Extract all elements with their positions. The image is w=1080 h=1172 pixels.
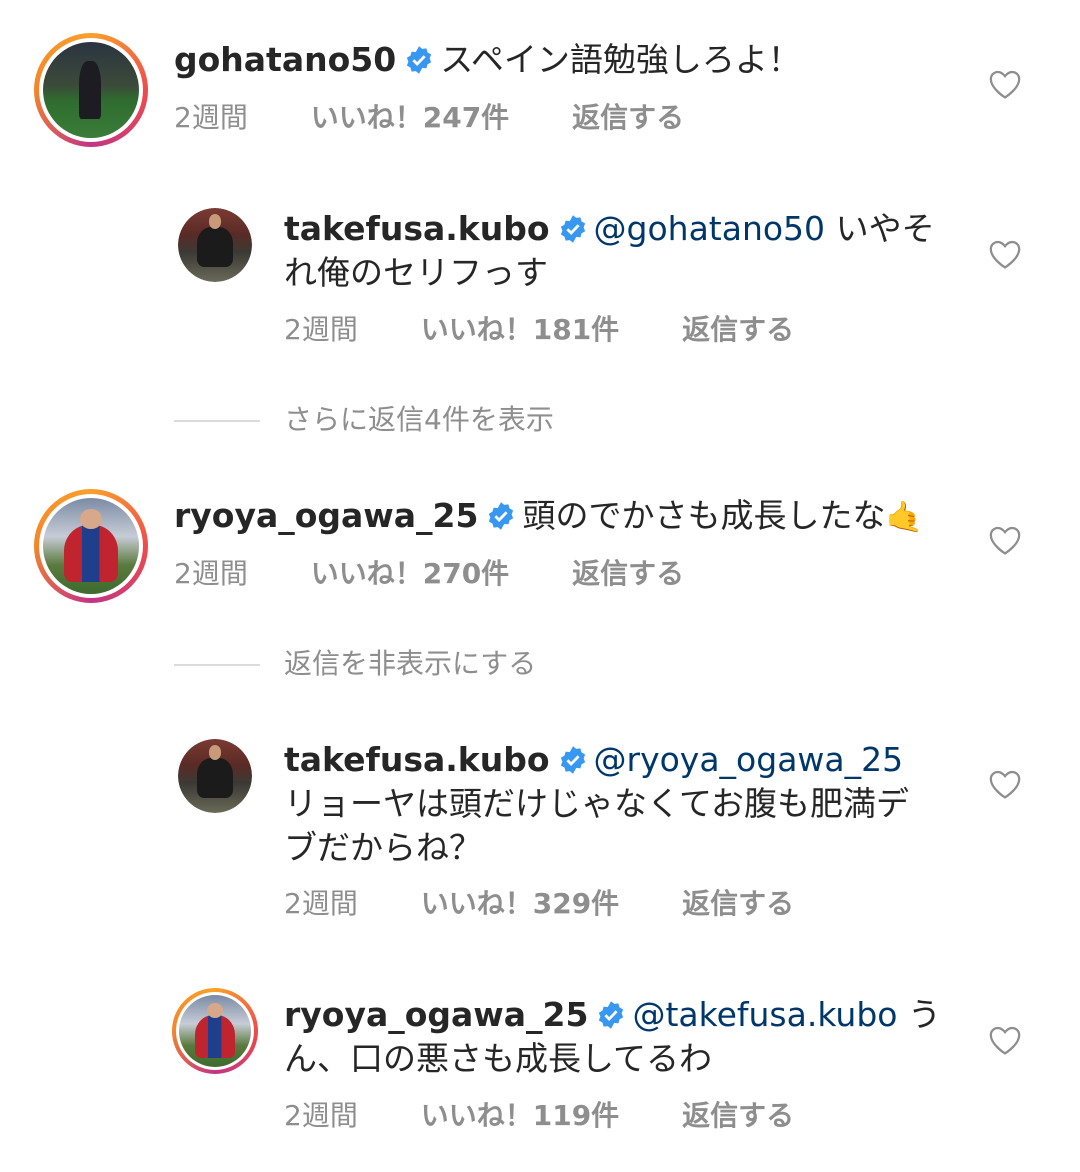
hide-replies-button[interactable]: 返信を非表示にする (174, 646, 536, 682)
comment-text: リョーヤは頭だけじゃなくてお腹も肥満デ (284, 784, 910, 823)
likes-count[interactable]: いいね！247件 (311, 100, 509, 136)
call-me-hand-emoji: 🤙 (885, 500, 923, 535)
comment-body: ryoya_ogawa_25 頭のでかさも成長したな🤙 (174, 494, 923, 540)
comment-body: ryoya_ogawa_25 @takefusa.kubo う ん、口の悪さも成長… (284, 993, 964, 1081)
verified-badge-icon (407, 46, 432, 74)
comment-text: スペイン語勉強しろよ！ (440, 40, 801, 79)
reply-button[interactable]: 返信する (572, 556, 684, 592)
reply-button[interactable]: 返信する (682, 1098, 794, 1134)
mention-link[interactable]: @ryoya_ogawa_25 (594, 740, 904, 779)
verified-badge-icon (489, 502, 514, 530)
avatar-takefusa-kubo[interactable] (178, 739, 252, 813)
view-more-replies-button[interactable]: さらに返信4件を表示 (174, 402, 554, 438)
avatar-takefusa-kubo[interactable] (178, 208, 252, 282)
comment-meta: 2週間 いいね！181件 返信する (284, 312, 794, 348)
divider (174, 420, 260, 422)
comment-time: 2週間 (174, 557, 248, 590)
avatar-ryoya-ogawa-25[interactable] (34, 489, 148, 603)
reply-button[interactable]: 返信する (572, 100, 684, 136)
likes-count[interactable]: いいね！270件 (311, 556, 509, 592)
mention-link[interactable]: @gohatano50 (594, 209, 826, 248)
comment-body: gohatano50 スペイン語勉強しろよ！ (174, 38, 801, 82)
comment-meta: 2週間 いいね！329件 返信する (284, 886, 794, 922)
heart-outline-icon[interactable] (988, 238, 1022, 270)
comment-body: takefusa.kubo @gohatano50 いやそ れ俺のセリフっす (284, 207, 964, 295)
heart-outline-icon[interactable] (988, 524, 1022, 556)
avatar-ryoya-ogawa-25[interactable] (172, 988, 258, 1074)
verified-badge-icon (599, 1001, 624, 1029)
comment-text-cont: ブだからね？ (284, 828, 482, 867)
verified-badge-icon (560, 215, 585, 243)
username[interactable]: ryoya_ogawa_25 (174, 496, 478, 535)
likes-count[interactable]: いいね！329件 (421, 886, 619, 922)
hide-replies-label: 返信を非表示にする (284, 647, 537, 680)
username[interactable]: takefusa.kubo (284, 740, 550, 779)
verified-badge-icon (560, 746, 585, 774)
mention-link[interactable]: @takefusa.kubo (632, 995, 897, 1034)
view-more-label: さらに返信4件を表示 (284, 403, 554, 436)
heart-outline-icon[interactable] (988, 768, 1022, 800)
divider (174, 664, 260, 666)
username[interactable]: takefusa.kubo (284, 209, 550, 248)
likes-count[interactable]: いいね！119件 (421, 1098, 619, 1134)
comment-meta: 2週間 いいね！247件 返信する (174, 100, 684, 136)
reply-button[interactable]: 返信する (682, 312, 794, 348)
comment-time: 2週間 (284, 313, 358, 346)
heart-outline-icon[interactable] (988, 1024, 1022, 1056)
heart-outline-icon[interactable] (988, 68, 1022, 100)
username[interactable]: gohatano50 (174, 40, 396, 79)
comment-text: 頭のでかさも成長したな (522, 496, 886, 535)
comment-text-cont: ん、口の悪さも成長してるわ (284, 1039, 713, 1078)
comment-text-cont: れ俺のセリフっす (284, 253, 548, 292)
reply-button[interactable]: 返信する (682, 886, 794, 922)
avatar-gohatano50[interactable] (34, 33, 148, 147)
comment-meta: 2週間 いいね！119件 返信する (284, 1098, 794, 1134)
username[interactable]: ryoya_ogawa_25 (284, 995, 588, 1034)
comment-text: う (907, 995, 941, 1034)
comment-meta: 2週間 いいね！270件 返信する (174, 556, 684, 592)
comment-body: takefusa.kubo @ryoya_ogawa_25 リョーヤは頭だけじゃな… (284, 738, 974, 870)
likes-count[interactable]: いいね！181件 (421, 312, 619, 348)
comment-time: 2週間 (284, 887, 358, 920)
comment-text: いやそ (835, 209, 935, 248)
comment-time: 2週間 (174, 101, 248, 134)
comment-time: 2週間 (284, 1099, 358, 1132)
